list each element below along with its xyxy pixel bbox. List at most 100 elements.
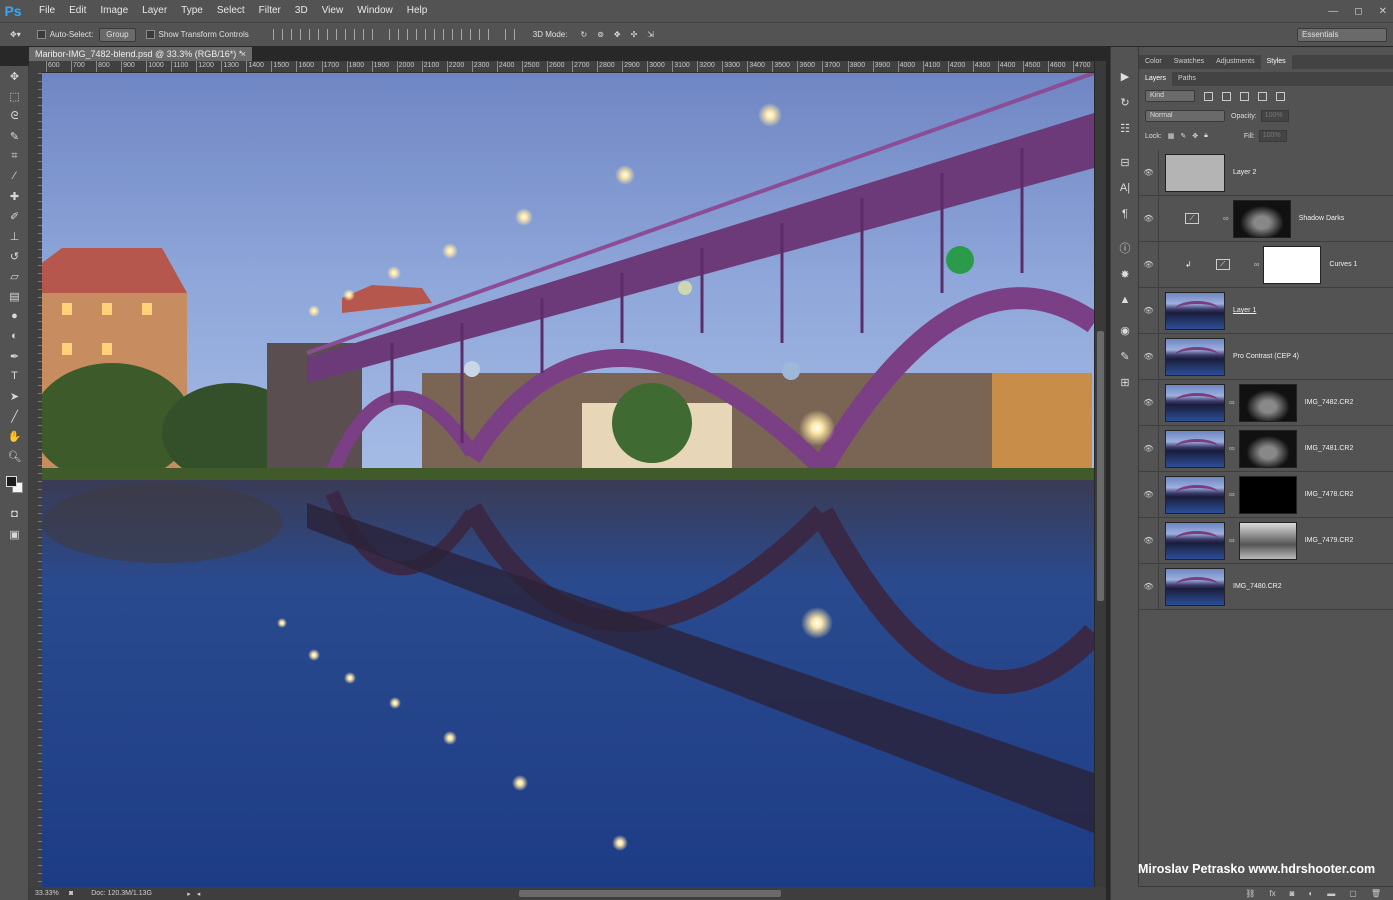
auto-align-icon[interactable]: [504, 29, 515, 40]
visibility-eye-icon[interactable]: 👁︎: [1139, 287, 1159, 334]
brush-icon[interactable]: ✐: [0, 206, 29, 226]
status-menu-arrow-icon[interactable]: ▸: [187, 890, 191, 898]
filter-type-icon[interactable]: [1240, 91, 1249, 101]
brush-presets-icon[interactable]: ✎: [1111, 343, 1139, 369]
visibility-eye-icon[interactable]: 👁︎: [1139, 425, 1159, 472]
tab-layers[interactable]: Layers: [1139, 72, 1173, 86]
transform-controls-checkbox[interactable]: [145, 30, 155, 39]
layer-row[interactable]: 👁︎ ∞ IMG_7479.CR2: [1139, 517, 1393, 564]
layer-mask[interactable]: [1238, 475, 1297, 514]
quick-select-icon[interactable]: ✎: [0, 126, 29, 146]
path-select-icon[interactable]: ➤: [0, 386, 29, 406]
history-icon[interactable]: ↻: [1111, 89, 1139, 115]
visibility-eye-icon[interactable]: 👁︎: [1139, 563, 1159, 610]
tab-styles[interactable]: Styles: [1260, 55, 1292, 69]
delete-layer-icon[interactable]: 🗑︎: [1371, 889, 1381, 898]
3d-scale-icon[interactable]: ⇲: [647, 30, 654, 39]
eyedropper-icon[interactable]: ⁄: [0, 166, 29, 186]
info-icon[interactable]: ⓘ: [1111, 235, 1139, 261]
lock-paint-icon[interactable]: ✎: [1180, 132, 1186, 140]
blur-icon[interactable]: ●: [0, 306, 29, 326]
new-adjustment-icon[interactable]: ◐: [1308, 889, 1313, 898]
dodge-icon[interactable]: ◐: [0, 326, 29, 346]
distribute-top-icon[interactable]: [388, 29, 399, 40]
play-icon[interactable]: ▶: [1111, 63, 1139, 89]
move-icon[interactable]: ✥: [0, 66, 29, 86]
clone-source-icon[interactable]: ⊞: [1111, 369, 1139, 395]
visibility-eye-icon[interactable]: 👁︎: [1139, 241, 1159, 288]
tab-paths[interactable]: Paths: [1172, 72, 1202, 86]
screen-mode-icon[interactable]: ▣: [0, 524, 29, 544]
layer-row[interactable]: 👁︎ Pro Contrast (CEP 4): [1139, 333, 1393, 380]
lasso-icon[interactable]: ᘓ: [0, 106, 29, 126]
align-left-icon[interactable]: [326, 29, 337, 40]
document-tab[interactable]: Maribor-IMG_7482-blend.psd @ 33.3% (RGB/…: [29, 47, 252, 61]
document-canvas[interactable]: [42, 73, 1094, 887]
layer-mask[interactable]: [1238, 521, 1297, 560]
menu-view[interactable]: View: [315, 0, 351, 22]
minimize-button[interactable]: —: [1328, 6, 1338, 17]
visibility-eye-icon[interactable]: 👁︎: [1139, 379, 1159, 426]
distribute-bottom-icon[interactable]: [424, 29, 435, 40]
tab-color[interactable]: Color: [1139, 55, 1168, 69]
layer-row[interactable]: 👁︎ IMG_7480.CR2: [1139, 563, 1393, 610]
shape-icon[interactable]: ╱: [0, 406, 29, 426]
move-tool-preset-icon[interactable]: ✥▾: [10, 30, 21, 39]
new-layer-icon[interactable]: ▢: [1349, 889, 1357, 898]
visibility-eye-icon[interactable]: 👁︎: [1139, 517, 1159, 564]
vertical-scroll-thumb[interactable]: [1097, 331, 1104, 601]
fx-icon[interactable]: fx: [1269, 889, 1275, 898]
layer-mask[interactable]: [1263, 245, 1322, 284]
pen-icon[interactable]: ✒: [0, 346, 29, 366]
menu-type[interactable]: Type: [174, 0, 210, 22]
vertical-scrollbar[interactable]: [1095, 61, 1106, 887]
filter-kind-dropdown[interactable]: Kind: [1145, 90, 1195, 102]
lock-all-icon[interactable]: 🔒︎: [1204, 132, 1208, 140]
distribute-hcenter-icon[interactable]: [460, 29, 471, 40]
align-top-icon[interactable]: [272, 29, 283, 40]
character-icon[interactable]: A|: [1111, 175, 1139, 201]
3d-drag-icon[interactable]: ✥: [614, 30, 621, 39]
gradient-icon[interactable]: ▤: [0, 286, 29, 306]
menu-help[interactable]: Help: [400, 0, 435, 22]
stamp-icon[interactable]: ⊥: [0, 226, 29, 246]
visibility-eye-icon[interactable]: 👁︎: [1139, 333, 1159, 380]
tab-swatches[interactable]: Swatches: [1168, 55, 1210, 69]
filter-pixel-icon[interactable]: [1204, 91, 1213, 101]
menu-layer[interactable]: Layer: [135, 0, 174, 22]
adjustments-icon[interactable]: ⊟: [1111, 149, 1139, 175]
menu-select[interactable]: Select: [210, 0, 252, 22]
scroll-left-icon[interactable]: ◂: [197, 890, 201, 898]
horizontal-scroll-thumb[interactable]: [519, 890, 781, 897]
opacity-input[interactable]: 100%: [1260, 110, 1289, 122]
eraser-icon[interactable]: ▱: [0, 266, 29, 286]
layer-row[interactable]: 👁︎ ↲ ⟋ ∞ Curves 1: [1139, 241, 1393, 288]
close-button[interactable]: ✕: [1379, 6, 1387, 17]
fill-input[interactable]: 100%: [1258, 130, 1287, 142]
navigator-icon[interactable]: ✸: [1111, 261, 1139, 287]
zoom-level[interactable]: 33.33%: [35, 890, 69, 897]
layer-row[interactable]: 👁︎ Layer 1: [1139, 287, 1393, 334]
visibility-eye-icon[interactable]: 👁︎: [1139, 195, 1159, 242]
menu-window[interactable]: Window: [350, 0, 400, 22]
menu-file[interactable]: File: [32, 0, 62, 22]
layer-mask[interactable]: [1238, 383, 1297, 422]
link-icon[interactable]: ∞: [1223, 214, 1229, 223]
menu-edit[interactable]: Edit: [62, 0, 93, 22]
crop-icon[interactable]: ⌗: [0, 146, 29, 166]
distribute-right-icon[interactable]: [478, 29, 489, 40]
3d-roll-icon[interactable]: ⊚: [597, 30, 604, 39]
link-icon[interactable]: ∞: [1229, 536, 1235, 545]
histogram-icon[interactable]: ▲: [1111, 287, 1139, 313]
zoom-icon[interactable]: 🔍︎: [0, 446, 29, 466]
filter-smart-icon[interactable]: [1276, 91, 1285, 101]
new-group-icon[interactable]: ▬: [1327, 889, 1335, 898]
auto-select-dropdown[interactable]: Group: [99, 27, 136, 42]
close-tab-icon[interactable]: ×: [241, 47, 246, 61]
align-hcenter-icon[interactable]: [344, 29, 355, 40]
history-brush-icon[interactable]: ↺: [0, 246, 29, 266]
add-mask-icon[interactable]: ◙: [1290, 889, 1295, 898]
layer-row[interactable]: 👁︎ ∞ IMG_7478.CR2: [1139, 471, 1393, 518]
lock-pixels-icon[interactable]: ▦: [1168, 132, 1175, 140]
auto-select-checkbox[interactable]: [36, 30, 46, 39]
